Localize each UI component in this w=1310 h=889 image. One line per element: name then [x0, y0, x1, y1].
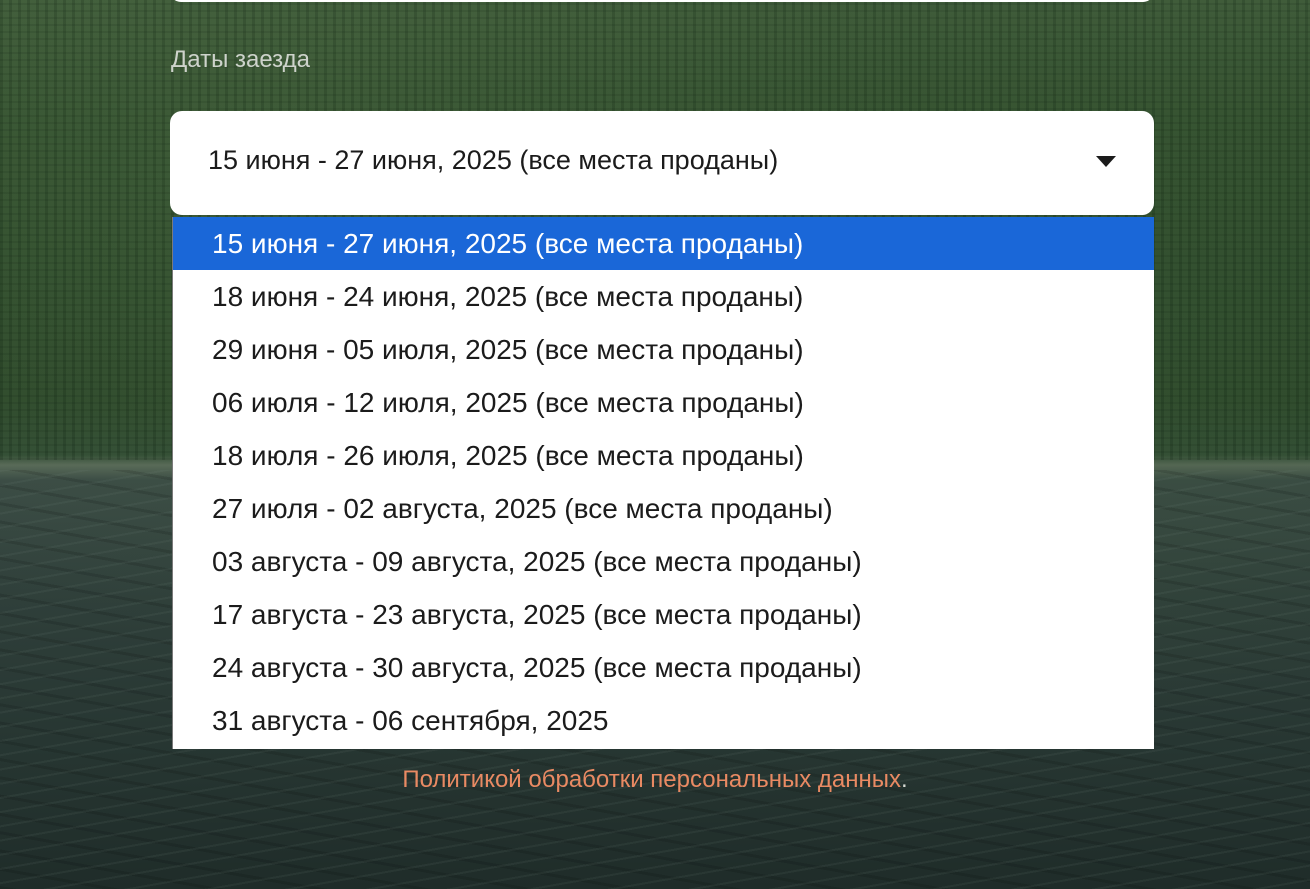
previous-form-field[interactable]	[170, 0, 1154, 2]
privacy-policy-link[interactable]: Политикой обработки персональных данных	[402, 766, 901, 793]
dates-select-value: 15 июня - 27 июня, 2025 (все места прода…	[208, 145, 779, 175]
dates-option[interactable]: 15 июня - 27 июня, 2025 (все места прода…	[173, 217, 1154, 270]
footer-period: .	[901, 766, 908, 793]
dates-dropdown-list[interactable]: 15 июня - 27 июня, 2025 (все места прода…	[172, 217, 1154, 749]
dates-label: Даты заезда	[171, 46, 310, 73]
dates-option[interactable]: 29 июня - 05 июля, 2025 (все места прода…	[173, 323, 1154, 376]
dates-option[interactable]: 31 августа - 06 сентября, 2025	[173, 694, 1154, 747]
dates-option[interactable]: 18 июля - 26 июля, 2025 (все места прода…	[173, 429, 1154, 482]
dates-option[interactable]: 06 июля - 12 июля, 2025 (все места прода…	[173, 376, 1154, 429]
privacy-policy-text: Политикой обработки персональных данных.	[0, 766, 1310, 794]
dates-option[interactable]: 18 июня - 24 июня, 2025 (все места прода…	[173, 270, 1154, 323]
chevron-down-icon[interactable]	[1096, 156, 1116, 167]
dates-option[interactable]: 27 июля - 02 августа, 2025 (все места пр…	[173, 482, 1154, 535]
dates-select[interactable]: 15 июня - 27 июня, 2025 (все места прода…	[170, 111, 1154, 215]
dates-option[interactable]: 03 августа - 09 августа, 2025 (все места…	[173, 535, 1154, 588]
dates-option[interactable]: 24 августа - 30 августа, 2025 (все места…	[173, 641, 1154, 694]
dates-option[interactable]: 17 августа - 23 августа, 2025 (все места…	[173, 588, 1154, 641]
